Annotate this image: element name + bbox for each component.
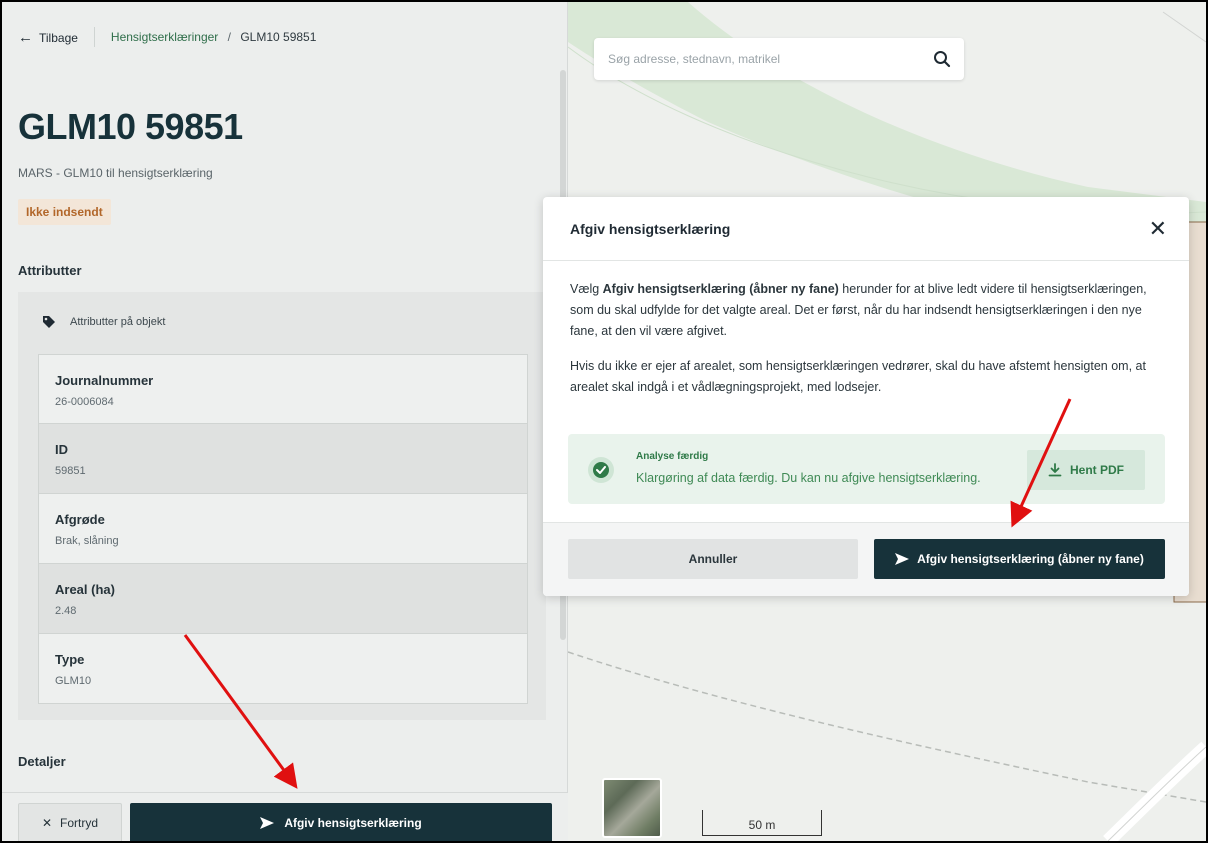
afgiv-dialog: Afgiv hensigtserklæring ✕ Vælg Afgiv hen… xyxy=(543,197,1189,596)
attributes-card-title: Attributter på objekt xyxy=(70,316,166,328)
dialog-paragraph-owner-note: Hvis du ikke er ejer af arealet, som hen… xyxy=(570,359,1146,394)
close-icon[interactable]: ✕ xyxy=(1149,217,1167,240)
detail-panel: ← Tilbage Hensigtserklæringer / GLM10 59… xyxy=(2,2,568,841)
afgiv-ny-fane-label: Afgiv hensigtserklæring (åbner ny fane) xyxy=(917,552,1144,566)
hent-pdf-label: Hent PDF xyxy=(1070,463,1124,477)
instructions-emphasis: Afgiv hensigtserklæring (åbner ny fane) xyxy=(602,282,839,296)
analysis-status-box: Analyse færdig Klargøring af data færdig… xyxy=(568,434,1165,504)
send-icon xyxy=(895,553,910,565)
dialog-header: Afgiv hensigtserklæring ✕ xyxy=(543,197,1189,261)
arrow-left-icon: ← xyxy=(18,29,33,46)
send-icon xyxy=(260,817,275,829)
panel-action-bar: ✕ Fortryd Afgiv hensigtserklæring xyxy=(2,792,568,841)
afgiv-hensigtserklaering-button[interactable]: Afgiv hensigtserklæring xyxy=(130,803,552,841)
search-icon[interactable] xyxy=(932,49,952,69)
topbar-divider xyxy=(93,27,95,47)
back-label: Tilbage xyxy=(39,30,78,45)
basemap-toggle[interactable] xyxy=(602,778,662,838)
attributes-card-header[interactable]: Attributter på objekt xyxy=(18,292,546,352)
attribute-label: Journalnummer xyxy=(55,373,154,388)
attribute-list: Journalnummer 26-0006084 ID 59851 Afgrød… xyxy=(38,354,528,704)
dialog-body: Vælg Afgiv hensigtserklæring (åbner ny f… xyxy=(543,261,1189,398)
attribute-row-afgroede: Afgrøde Brak, slåning xyxy=(38,494,528,564)
map-scale-bar: 50 m xyxy=(702,810,822,836)
attribute-label: Areal (ha) xyxy=(55,582,115,597)
dialog-paragraph-instructions: Vælg Afgiv hensigtserklæring (åbner ny f… xyxy=(570,279,1169,342)
tag-icon xyxy=(43,316,55,328)
attribute-row-type: Type GLM10 xyxy=(38,634,528,704)
attribute-value: 26-0006084 xyxy=(55,396,114,408)
hent-pdf-button[interactable]: Hent PDF xyxy=(1027,450,1145,490)
attributes-section-title: Attributter xyxy=(18,263,82,278)
dialog-title: Afgiv hensigtserklæring xyxy=(570,220,731,237)
map-search-input[interactable]: Søg adresse, stednavn, matrikel xyxy=(608,52,932,66)
page-title: GLM10 59851 xyxy=(18,106,243,147)
breadcrumb-link-hensigtserklaeringer[interactable]: Hensigtserklæringer xyxy=(111,30,218,44)
attribute-label: Type xyxy=(55,652,85,667)
attribute-row-areal: Areal (ha) 2.48 xyxy=(38,564,528,634)
fortryd-label: Fortryd xyxy=(60,816,99,830)
instructions-text-start: Vælg xyxy=(570,282,603,296)
afgiv-label: Afgiv hensigtserklæring xyxy=(284,816,422,830)
analysis-message: Klargøring af data færdig. Du kan nu afg… xyxy=(636,471,981,485)
afgiv-ny-fane-button[interactable]: Afgiv hensigtserklæring (åbner ny fane) xyxy=(874,539,1165,579)
attributes-card: Attributter på objekt Journalnummer 26-0… xyxy=(18,292,546,720)
panel-topbar: ← Tilbage Hensigtserklæringer / GLM10 59… xyxy=(2,2,567,82)
status-badge: Ikke indsendt xyxy=(18,199,111,225)
dialog-footer: Annuller Afgiv hensigtserklæring (åbner … xyxy=(543,522,1189,596)
page-subtitle: MARS - GLM10 til hensigtserklæring xyxy=(18,166,213,180)
attribute-value: 59851 xyxy=(55,465,86,477)
details-section-title: Detaljer xyxy=(18,754,66,769)
close-icon: ✕ xyxy=(41,816,53,830)
map-search-box[interactable]: Søg adresse, stednavn, matrikel xyxy=(594,38,964,80)
breadcrumb-separator: / xyxy=(227,30,231,44)
attribute-label: Afgrøde xyxy=(55,512,105,527)
app-window: Søg adresse, stednavn, matrikel 50 m ← T… xyxy=(2,2,1206,841)
breadcrumb: Hensigtserklæringer / GLM10 59851 xyxy=(111,30,316,44)
analysis-title: Analyse færdig xyxy=(636,451,709,462)
download-icon xyxy=(1048,463,1062,477)
annuller-button[interactable]: Annuller xyxy=(568,539,858,579)
attribute-value: GLM10 xyxy=(55,675,92,687)
attribute-row-id: ID 59851 xyxy=(38,424,528,494)
attribute-value: 2.48 xyxy=(55,605,77,617)
attribute-row-journalnummer: Journalnummer 26-0006084 xyxy=(38,354,528,424)
fortryd-button[interactable]: ✕ Fortryd xyxy=(18,803,122,841)
success-indicator xyxy=(588,457,614,483)
check-circle-icon xyxy=(593,462,609,478)
back-button[interactable]: ← Tilbage xyxy=(18,30,78,45)
attribute-label: ID xyxy=(55,442,68,457)
attribute-value: Brak, slåning xyxy=(55,535,119,547)
breadcrumb-current: GLM10 59851 xyxy=(240,30,317,44)
